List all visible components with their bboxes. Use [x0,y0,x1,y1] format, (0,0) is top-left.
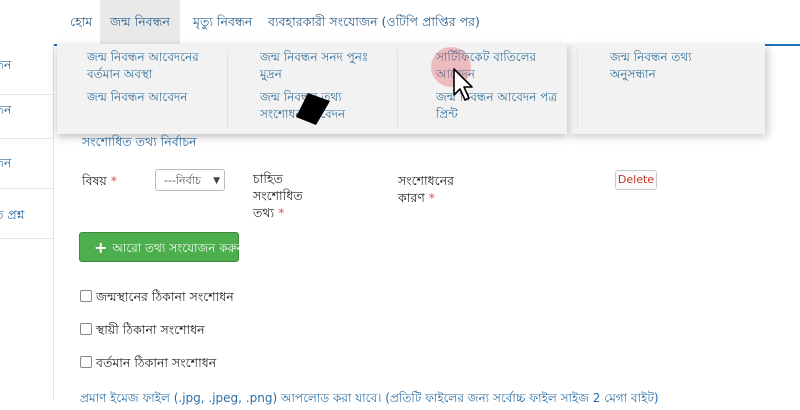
subject-select[interactable]: ---নির্বাচ ▼ [155,169,225,191]
required-mark: * [110,173,118,188]
birthplace-address-checkbox[interactable] [80,290,92,302]
menu-item-info-search[interactable]: জন্ম নিবন্ধন তথ্য অনুসন্ধান [610,49,730,83]
sidebar-item-label: ন্ধন [0,102,12,117]
upload-note: প্রমাণ ইমেজ ফাইল (.jpg, .jpeg, .png) আপল… [80,391,659,405]
nav-birth-registration[interactable]: জন্ম নিবন্ধন [100,0,180,44]
nav-user-add[interactable]: ব্যবহারকারী সংযোজন (ওটিপি প্রাপ্তির পর) [262,0,486,44]
column-divider [577,50,578,128]
add-more-info-label: আরো তথ্য সংযোজন করুন [112,241,244,255]
nav-home[interactable]: হোম [62,0,100,44]
top-navigation: হোম জন্ম নিবন্ধন মৃত্যু নিবন্ধন ব্যবহারক… [0,0,800,44]
checkbox-label: স্থায়ী ঠিকানা সংশোধন [96,322,205,337]
subject-select-value: ---নির্বাচ [164,174,201,187]
required-mark: * [428,190,436,205]
delete-button[interactable]: Delete [615,170,657,190]
sidebar-item-label: ন্ধন [0,155,12,170]
add-more-info-button[interactable]: + আরো তথ্য সংযোজন করুন [79,232,244,262]
reason-label-text: সংশোধনের কারণ [398,173,455,205]
nav-divider-right [765,44,800,46]
sidebar-item[interactable]: ন্ধন [0,88,53,139]
column-divider [227,50,228,128]
checkbox-label: জন্মস্থানের ঠিকানা সংশোধন [96,289,234,304]
dropdown-extension: জন্ম নিবন্ধন তথ্য অনুসন্ধান [567,44,765,134]
menu-item-birth-application[interactable]: জন্ম নিবন্ধন আবেদন [87,89,227,106]
menu-item-application-status[interactable]: জন্ম নিবন্ধন আবেদনের বর্তমান অবস্থা [87,49,217,83]
checkbox-row: বর্তমান ঠিকানা সংশোধন [80,355,216,375]
subject-label-text: বিষয় [82,173,107,188]
sidebar-item[interactable]: ন্ধন [0,138,53,189]
reason-label: সংশোধনের কারণ * [398,172,473,206]
column-divider [397,50,398,128]
subject-label: বিষয় * [82,172,117,189]
sidebar-item-label: ত প্রশ্ন [0,207,25,222]
desired-info-label: চাহিত সংশোধিত তথ্য * [253,170,311,221]
permanent-address-checkbox[interactable] [80,323,92,335]
redaction-blot [296,93,330,125]
sidebar-item[interactable]: ত প্রশ্ন [0,188,53,239]
sidebar-item-label: ন্ধন [0,57,12,72]
present-address-checkbox[interactable] [80,356,92,368]
nav-death-registration[interactable]: মৃত্যু নিবন্ধন [187,0,258,44]
plus-icon: + [94,238,108,257]
sidebar: ন্ধন ন্ধন ন্ধন ত প্রশ্ন [0,44,54,400]
section-title: সংশোধিত তথ্য নির্বাচন [82,134,197,149]
menu-item-certificate-reprint[interactable]: জন্ম নিবন্ধন সনদ পুনঃ মুদ্রন [260,49,380,83]
required-mark: * [278,205,285,220]
chevron-down-icon: ▼ [213,176,220,186]
checkbox-label: বর্তমান ঠিকানা সংশোধন [96,355,217,370]
mouse-pointer-icon [453,68,473,101]
checkbox-row: জন্মস্থানের ঠিকানা সংশোধন [80,289,234,309]
checkbox-row: স্থায়ী ঠিকানা সংশোধন [80,322,205,342]
